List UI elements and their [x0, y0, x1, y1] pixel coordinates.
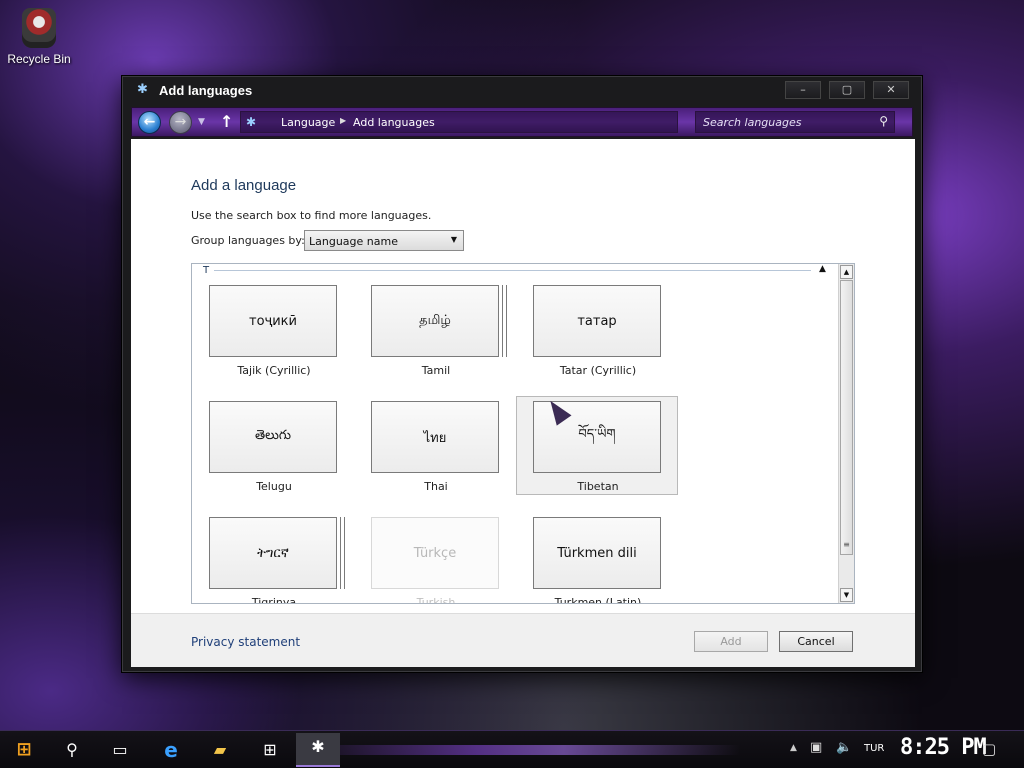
language-tile: ትግርኛ	[209, 517, 337, 589]
tray-chevron-up-icon[interactable]: ▲	[790, 743, 797, 753]
language-item-tajik[interactable]: тоҷикӣ Tajik (Cyrillic)	[193, 281, 355, 380]
volume-muted-icon[interactable]: 🔈	[836, 740, 852, 755]
window-titlebar[interactable]: ✱ Add languages – ▢ ✕	[123, 77, 921, 105]
vertical-scrollbar[interactable]: ▲ ≡ ▼	[838, 264, 854, 603]
privacy-statement-link[interactable]: Privacy statement	[191, 635, 300, 649]
file-explorer-icon[interactable]: ▰	[204, 736, 236, 764]
breadcrumb-add-languages[interactable]: Add languages	[353, 116, 435, 129]
action-center-icon[interactable]: ▢	[982, 740, 996, 758]
close-button[interactable]: ✕	[873, 81, 909, 99]
language-tile: ไทย	[371, 401, 499, 473]
window-title: Add languages	[159, 83, 253, 98]
scroll-grip-icon: ≡	[843, 540, 850, 549]
language-item-tamil[interactable]: தமிழ் Tamil	[355, 281, 517, 380]
recycle-bin-icon	[22, 8, 56, 48]
forward-button[interactable]: →	[169, 111, 192, 134]
language-item-turkish: Türkçe Turkish	[355, 513, 517, 604]
task-view-icon[interactable]: ▭	[106, 736, 134, 764]
breadcrumb-separator-icon: ▶	[340, 116, 347, 125]
active-window-taskbar-icon[interactable]: ✱	[296, 733, 340, 767]
chevron-down-icon: ▼	[450, 235, 457, 244]
language-tile: Türkçe	[371, 517, 499, 589]
scroll-thumb[interactable]	[840, 280, 853, 555]
content-area: Add a language Use the search box to fin…	[131, 139, 915, 613]
search-icon[interactable]: ⚲	[879, 114, 888, 128]
language-name: Telugu	[256, 480, 292, 493]
search-taskbar-icon[interactable]: ⚲	[58, 736, 86, 764]
control-panel-location-icon: ✱	[246, 115, 257, 129]
store-icon[interactable]: ⊞	[254, 736, 286, 764]
taskbar-glow	[300, 745, 740, 755]
start-button[interactable]: ⊞	[8, 736, 40, 764]
navigation-bar: ← → ▼ ↑ ✱ Language ▶ Add languages ⚲	[131, 107, 913, 137]
network-icon[interactable]: ▣	[810, 740, 822, 755]
group-by-label: Group languages by:	[191, 234, 305, 247]
language-item-tigrinya[interactable]: ትግርኛ Tigrinya	[193, 513, 355, 604]
recycle-bin-label: Recycle Bin	[7, 52, 71, 66]
recycle-bin-desktop-icon[interactable]: Recycle Bin	[6, 8, 72, 66]
scroll-up-button[interactable]: ▲	[840, 265, 853, 279]
scroll-down-button[interactable]: ▼	[840, 588, 853, 602]
language-tile: தமிழ்	[371, 285, 499, 357]
taskbar: ⊞ ⚲ ▭ e ▰ ⊞ ✱ ▲ ▣ 🔈 TUR 8:25 PM ▢	[0, 730, 1024, 768]
minimize-button[interactable]: –	[785, 81, 821, 99]
language-tile: тоҷикӣ	[209, 285, 337, 357]
language-name: Thai	[424, 480, 448, 493]
language-name: Tigrinya	[251, 596, 297, 604]
language-item-telugu[interactable]: తెలుగు Telugu	[193, 397, 355, 496]
collapse-group-icon[interactable]: ▲	[819, 264, 826, 274]
language-item-thai[interactable]: ไทย Thai	[355, 397, 517, 496]
language-list: T ▲ тоҷикӣ Tajik (Cyrillic) தமிழ் Tamil …	[191, 263, 855, 604]
language-name: Turkmen (Latin)	[554, 596, 642, 604]
cancel-button[interactable]: Cancel	[779, 631, 853, 652]
back-button[interactable]: ←	[138, 111, 161, 134]
add-button[interactable]: Add	[694, 631, 768, 652]
search-box[interactable]: ⚲	[695, 111, 895, 133]
breadcrumb-language[interactable]: Language	[281, 116, 335, 129]
language-item-turkmen[interactable]: Türkmen dili Turkmen (Latin)	[517, 513, 679, 604]
address-bar[interactable]: ✱ Language ▶ Add languages	[240, 111, 678, 133]
language-tile: తెలుగు	[209, 401, 337, 473]
page-title: Add a language	[191, 177, 297, 194]
help-text: Use the search box to find more language…	[191, 209, 432, 222]
language-name: Tibetan	[577, 480, 619, 493]
up-arrow-icon[interactable]: ↑	[220, 112, 233, 131]
add-languages-window: ✱ Add languages – ▢ ✕ ← → ▼ ↑ ✱ Language…	[122, 76, 922, 672]
language-tile: Türkmen dili	[533, 517, 661, 589]
group-by-selected-value: Language name	[309, 235, 398, 248]
search-input[interactable]	[696, 112, 872, 132]
language-name: Tatar (Cyrillic)	[559, 364, 637, 377]
language-item-tibetan[interactable]: བོད་ཡིག Tibetan	[516, 396, 678, 495]
dialog-footer: Privacy statement Add Cancel	[131, 613, 915, 667]
recent-pages-chevron-down-icon[interactable]: ▼	[198, 117, 205, 127]
language-name: Tamil	[421, 364, 451, 377]
edge-browser-icon[interactable]: e	[156, 736, 186, 764]
control-panel-icon: ✱	[137, 82, 148, 97]
maximize-button[interactable]: ▢	[829, 81, 865, 99]
group-header-letter: T	[203, 265, 210, 276]
language-name: Tajik (Cyrillic)	[237, 364, 311, 377]
clock[interactable]: 8:25 PM	[900, 735, 987, 760]
language-name: Turkish	[416, 596, 456, 604]
group-divider	[214, 270, 811, 271]
language-tile: татар	[533, 285, 661, 357]
input-language-indicator[interactable]: TUR	[864, 743, 884, 754]
language-item-tatar[interactable]: татар Tatar (Cyrillic)	[517, 281, 679, 380]
group-by-select[interactable]: Language name ▼	[304, 230, 464, 251]
